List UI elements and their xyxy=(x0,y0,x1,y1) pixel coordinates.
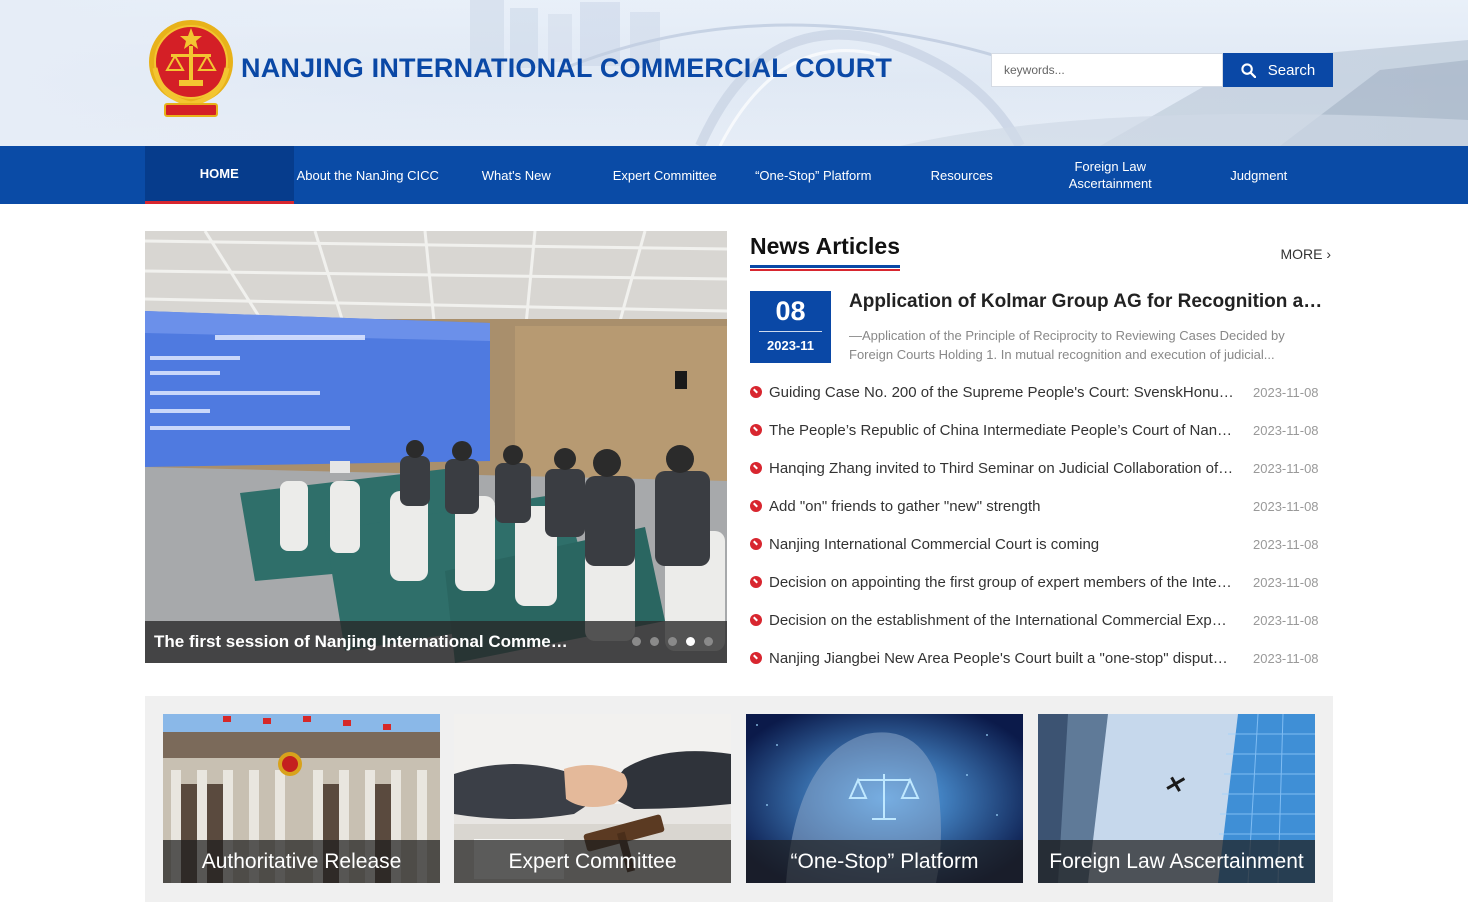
photo-slider[interactable]: The first session of Nanjing Internation… xyxy=(145,231,727,663)
bullet-icon xyxy=(750,538,762,550)
news-item-title[interactable]: Nanjing International Commercial Court i… xyxy=(769,536,1235,553)
list-item[interactable]: Nanjing Jiangbei New Area People's Court… xyxy=(750,639,1333,677)
card-label: Authoritative Release xyxy=(163,840,440,883)
featured-article[interactable]: 08 2023-11 Application of Kolmar Group A… xyxy=(750,291,1333,363)
news-header: News Articles MORE › xyxy=(750,231,1333,271)
court-emblem-icon xyxy=(149,20,233,117)
list-item[interactable]: The People’s Republic of China Intermedi… xyxy=(750,411,1333,449)
nav-foreign-law[interactable]: Foreign Law Ascertainment xyxy=(1036,146,1185,204)
card-foreign-law-ascertainment[interactable]: Foreign Law Ascertainment xyxy=(1038,714,1315,883)
news-item-date: 2023-11-08 xyxy=(1253,384,1319,400)
main-content: The first session of Nanjing Internation… xyxy=(145,231,1333,667)
search-button-label: Search xyxy=(1267,61,1316,79)
list-item[interactable]: Decision on appointing the first group o… xyxy=(750,563,1333,601)
bullet-icon xyxy=(750,500,762,512)
news-item-title[interactable]: Add "on" friends to gather "new" strengt… xyxy=(769,498,1235,515)
nav-about[interactable]: About the NanJing CICC xyxy=(294,146,443,204)
feature-cards: Authoritative Release Expert Committee “… xyxy=(145,696,1333,902)
chevron-right-icon: › xyxy=(1326,246,1331,262)
search-bar: Search xyxy=(991,53,1333,87)
news-item-date: 2023-11-08 xyxy=(1253,536,1319,552)
bullet-icon xyxy=(750,576,762,588)
card-expert-committee[interactable]: Expert Committee xyxy=(454,714,731,883)
news-item-title[interactable]: Guiding Case No. 200 of the Supreme Peop… xyxy=(769,384,1235,401)
card-one-stop-platform[interactable]: “One-Stop” Platform xyxy=(746,714,1023,883)
conference-room-photo xyxy=(145,231,727,663)
news-item-title[interactable]: Decision on the establishment of the Int… xyxy=(769,612,1235,629)
news-item-date: 2023-11-08 xyxy=(1253,650,1319,666)
more-link[interactable]: MORE › xyxy=(1280,246,1331,262)
featured-description: —Application of the Principle of Recipro… xyxy=(849,328,1285,362)
search-button[interactable]: Search xyxy=(1223,53,1333,87)
news-heading: News Articles xyxy=(750,233,900,271)
bullet-icon xyxy=(750,652,762,664)
card-label: “One-Stop” Platform xyxy=(746,840,1023,883)
bullet-icon xyxy=(750,614,762,626)
site-header: NANJING INTERNATIONAL COMMERCIAL COURT S… xyxy=(0,0,1468,146)
news-item-title[interactable]: Decision on appointing the first group o… xyxy=(769,574,1235,591)
news-item-date: 2023-11-08 xyxy=(1253,422,1319,438)
list-item[interactable]: Guiding Case No. 200 of the Supreme Peop… xyxy=(750,373,1333,411)
bullet-icon xyxy=(750,424,762,436)
search-input[interactable] xyxy=(991,53,1223,87)
featured-date-badge: 08 2023-11 xyxy=(750,291,831,363)
site-logo[interactable]: NANJING INTERNATIONAL COMMERCIAL COURT xyxy=(145,18,892,118)
slider-dot[interactable] xyxy=(632,637,641,646)
court-name-title: NANJING INTERNATIONAL COMMERCIAL COURT xyxy=(241,52,893,83)
list-item[interactable]: Add "on" friends to gather "new" strengt… xyxy=(750,487,1333,525)
news-item-date: 2023-11-08 xyxy=(1253,460,1319,476)
bullet-icon xyxy=(750,462,762,474)
featured-year-month: 2023-11 xyxy=(767,338,814,353)
slider-dot-active[interactable] xyxy=(686,637,695,646)
slider-dot[interactable] xyxy=(650,637,659,646)
card-label: Expert Committee xyxy=(454,840,731,883)
nav-judgment[interactable]: Judgment xyxy=(1185,146,1334,204)
nav-one-stop-platform[interactable]: “One-Stop” Platform xyxy=(739,146,888,204)
news-item-title[interactable]: Nanjing Jiangbei New Area People's Court… xyxy=(769,650,1235,667)
main-nav: HOME About the NanJing CICC What's New E… xyxy=(145,146,1333,204)
nav-whats-new[interactable]: What's New xyxy=(442,146,591,204)
bullet-icon xyxy=(750,386,762,398)
list-item[interactable]: Hanqing Zhang invited to Third Seminar o… xyxy=(750,449,1333,487)
featured-title[interactable]: Application of Kolmar Group AG for Recog… xyxy=(849,291,1329,313)
slider-dot[interactable] xyxy=(668,637,677,646)
featured-day: 08 xyxy=(759,296,822,332)
news-item-date: 2023-11-08 xyxy=(1253,498,1319,514)
list-item[interactable]: Decision on the establishment of the Int… xyxy=(750,601,1333,639)
card-label: Foreign Law Ascertainment xyxy=(1038,840,1315,883)
nav-expert-committee[interactable]: Expert Committee xyxy=(591,146,740,204)
card-authoritative-release[interactable]: Authoritative Release xyxy=(163,714,440,883)
news-item-date: 2023-11-08 xyxy=(1253,612,1319,628)
news-list: Guiding Case No. 200 of the Supreme Peop… xyxy=(750,373,1333,677)
slide-caption[interactable]: The first session of Nanjing Internation… xyxy=(154,632,574,652)
news-item-date: 2023-11-08 xyxy=(1253,574,1319,590)
news-articles-panel: News Articles MORE › 08 2023-11 Applicat… xyxy=(750,231,1333,667)
slider-dot[interactable] xyxy=(704,637,713,646)
nav-home[interactable]: HOME xyxy=(145,146,294,204)
more-link-label: MORE xyxy=(1280,246,1323,262)
nav-resources[interactable]: Resources xyxy=(888,146,1037,204)
search-icon xyxy=(1241,62,1256,78)
slider-dots xyxy=(632,637,713,646)
news-item-title[interactable]: The People’s Republic of China Intermedi… xyxy=(769,422,1235,439)
list-item[interactable]: Nanjing International Commercial Court i… xyxy=(750,525,1333,563)
news-item-title[interactable]: Hanqing Zhang invited to Third Seminar o… xyxy=(769,460,1235,477)
